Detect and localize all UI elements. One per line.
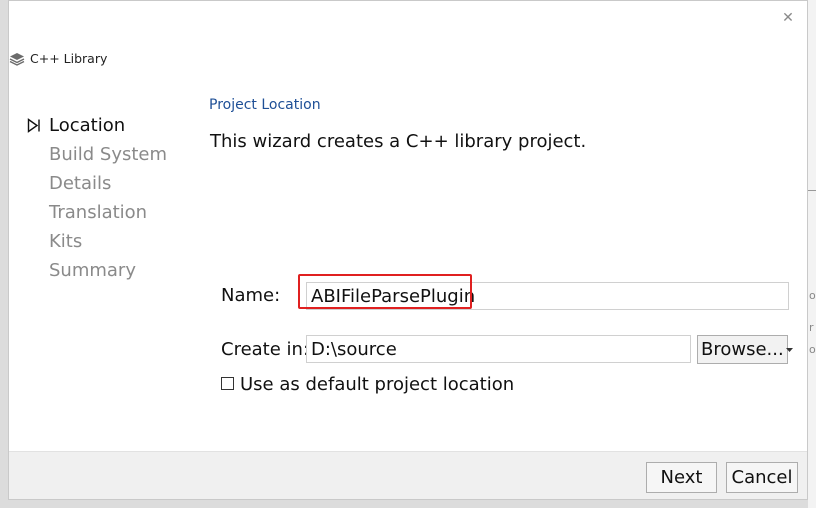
step-summary: Summary (25, 256, 167, 285)
default-location-label: Use as default project location (240, 374, 515, 395)
create-in-label: Create in: (221, 339, 310, 360)
cancel-button[interactable]: Cancel (726, 462, 798, 493)
step-label: Summary (49, 260, 136, 281)
wizard-description: This wizard creates a C++ library projec… (210, 131, 587, 152)
name-label: Name: (221, 285, 281, 306)
play-outline-icon (27, 118, 40, 133)
background-text: or (809, 289, 816, 302)
wizard-dialog: ✕ C++ Library Location Build System Deta… (8, 0, 808, 500)
step-kits: Kits (25, 227, 167, 256)
project-name-input[interactable] (306, 282, 789, 310)
background-window-strip (808, 0, 816, 508)
background-text: o (809, 343, 816, 356)
create-in-input[interactable] (306, 335, 691, 363)
step-label: Translation (49, 202, 148, 223)
window-title: C++ Library (30, 51, 108, 66)
step-label: Details (49, 173, 112, 194)
dialog-footer: Next Cancel (9, 451, 807, 499)
step-label: Build System (49, 144, 168, 165)
default-location-checkbox[interactable] (221, 376, 234, 390)
step-details: Details (25, 169, 167, 198)
background-text: r (809, 321, 814, 334)
step-label: Location (49, 115, 126, 136)
layers-icon (9, 53, 25, 66)
section-title: Project Location (209, 97, 321, 113)
chevron-down-icon (785, 348, 793, 352)
background-divider (808, 190, 816, 191)
default-location-option[interactable]: Use as default project location (221, 373, 514, 397)
browse-button[interactable]: Browse... (697, 335, 793, 364)
next-button[interactable]: Next (646, 462, 717, 493)
step-build-system: Build System (25, 140, 167, 169)
step-label: Kits (49, 231, 83, 252)
close-button[interactable]: ✕ (777, 7, 799, 29)
step-location: Location (25, 111, 167, 140)
close-icon: ✕ (782, 10, 794, 26)
browse-label: Browse... (701, 339, 784, 360)
wizard-steps: Location Build System Details Translatio… (25, 111, 167, 285)
step-translation: Translation (25, 198, 167, 227)
